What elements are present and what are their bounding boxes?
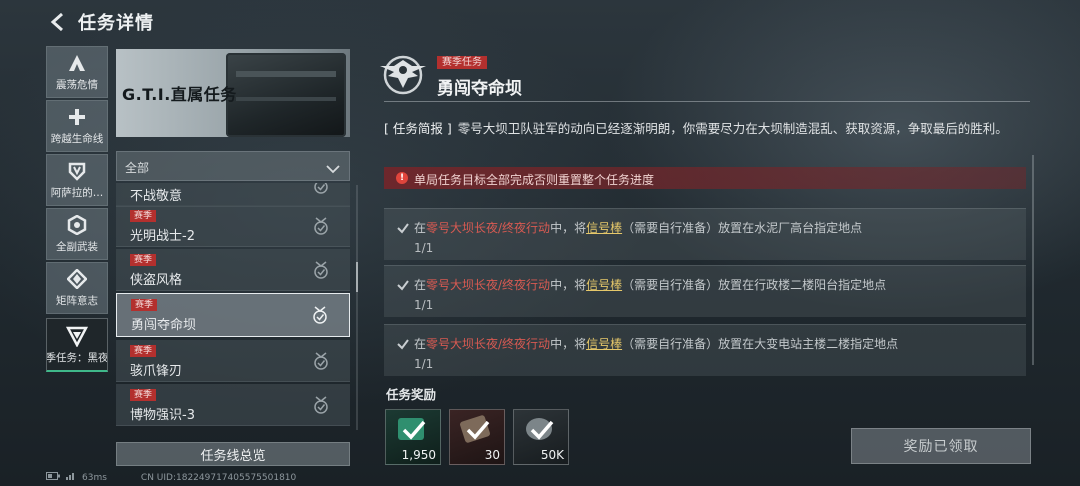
mission-list: 不战敬意 赛季 光明战士-2 赛季 侠盗风格 赛季 勇闯夺命坝 赛季 骇爪锋刃 …: [116, 183, 350, 430]
letter-a-icon: [66, 52, 88, 74]
objective-progress: 1/1: [414, 241, 434, 255]
mission-name: 博物强识-3: [130, 408, 195, 423]
list-item[interactable]: 赛季 光明战士-2: [116, 205, 350, 247]
medal-check-icon: [312, 261, 330, 279]
mission-name: 不战敬意: [130, 189, 183, 204]
list-scrollbar-track[interactable]: [356, 185, 358, 430]
mission-name: 光明战士-2: [130, 229, 195, 244]
medal-check-icon: [312, 217, 330, 235]
medal-check-icon: [312, 396, 330, 414]
reward-item[interactable]: 1,950: [385, 409, 441, 465]
objective-text: 在零号大坝长夜/终夜行动中，将信号棒（需要自行准备）放置在行政楼二楼阳台指定地点: [414, 278, 887, 292]
divider: [384, 101, 1030, 102]
mission-filter-dropdown[interactable]: 全部: [116, 151, 350, 181]
detail-scrollbar[interactable]: [1032, 155, 1034, 365]
rail-item-season-night[interactable]: 季任务：黑夜: [46, 318, 108, 372]
alert-icon: !: [396, 172, 408, 184]
eagle-emblem-icon: [378, 52, 428, 98]
reward-item[interactable]: 30: [449, 409, 505, 465]
mission-name: 勇闯夺命坝: [131, 318, 197, 333]
list-item-selected[interactable]: 赛季 勇闯夺命坝: [116, 293, 350, 337]
season-tag: 赛季: [131, 299, 158, 311]
page-title: 任务详情: [78, 13, 154, 34]
reward-count: 30: [484, 448, 500, 462]
cross-icon: [66, 106, 88, 128]
season-tag: 赛季: [130, 345, 157, 357]
season-mission-tag: 赛季任务: [437, 56, 487, 69]
objective-progress: 1/1: [414, 357, 434, 371]
objective-item: 在零号大坝长夜/终夜行动中，将信号棒（需要自行准备）放置在水泥厂高台指定地点 1…: [384, 208, 1026, 260]
medal-check-icon: [312, 352, 330, 370]
objective-progress: 1/1: [414, 298, 434, 312]
inverted-triangle-icon: [66, 325, 88, 347]
reward-claimed-button[interactable]: 奖励已领取: [851, 428, 1031, 464]
rail-item-fully-armed[interactable]: 全副武装: [46, 208, 108, 260]
item-link[interactable]: 信号棒: [586, 337, 622, 351]
mode-highlight: 零号大坝长夜/终夜行动: [426, 278, 551, 292]
mission-title: 勇闯夺命坝: [437, 79, 522, 99]
mission-brief: [ 任务简报 ] 零号大坝卫队驻军的动向已经逐渐明朗，你需要尽力在大坝制造混乱、获…: [384, 119, 1024, 139]
warning-banner: ! 单局任务目标全部完成否则重置整个任务进度: [384, 167, 1026, 189]
mission-name: 侠盗风格: [130, 273, 183, 288]
rail-item-asara[interactable]: 阿萨拉的…: [46, 154, 108, 206]
rail-item-matrix-will[interactable]: 矩阵意志: [46, 262, 108, 314]
mode-highlight: 零号大坝长夜/终夜行动: [426, 337, 551, 351]
mode-highlight: 零号大坝长夜/终夜行动: [426, 221, 551, 235]
list-item[interactable]: 赛季 侠盗风格: [116, 249, 350, 291]
reward-count: 1,950: [401, 448, 436, 462]
objective-item: 在零号大坝长夜/终夜行动中，将信号棒（需要自行准备）放置在大变电站主楼二楼指定地…: [384, 324, 1026, 376]
banner-title: G.T.I.直属任务: [122, 85, 237, 104]
reward-label: 任务奖励: [386, 387, 437, 402]
checkmark-icon: [396, 336, 410, 350]
item-link[interactable]: 信号棒: [586, 278, 622, 292]
season-tag: 赛季: [130, 210, 157, 222]
diamond-arrows-icon: [66, 268, 88, 290]
hex-swirl-icon: [66, 214, 88, 236]
list-item[interactable]: 赛季 骇爪锋刃: [116, 340, 350, 382]
shield-v-icon: [66, 160, 88, 182]
ping-value: 63ms: [82, 472, 107, 483]
checkmark-icon: [396, 220, 410, 234]
reward-item[interactable]: 50K: [513, 409, 569, 465]
mission-name: 骇爪锋刃: [130, 364, 183, 379]
chevron-left-icon: [50, 12, 63, 32]
objective-text: 在零号大坝长夜/终夜行动中，将信号棒（需要自行准备）放置在水泥厂高台指定地点: [414, 221, 863, 235]
list-item[interactable]: 赛季 博物强识-3: [116, 384, 350, 426]
medal-check-icon: [312, 183, 330, 195]
reward-count: 50K: [540, 448, 564, 462]
crate-image: [226, 53, 346, 137]
brief-text: 零号大坝卫队驻军的动向已经逐渐明朗，你需要尽力在大坝制造混乱、获取资源，争取最后…: [457, 121, 1008, 136]
brief-label: [ 任务简报 ]: [384, 121, 452, 136]
mission-line-overview-button[interactable]: 任务线总览: [116, 442, 350, 466]
checkmark-icon: [396, 277, 410, 291]
warning-text: 单局任务目标全部完成否则重置整个任务进度: [414, 173, 655, 187]
item-link[interactable]: 信号棒: [586, 221, 622, 235]
claimed-check-icon: [386, 410, 442, 450]
objective-item: 在零号大坝长夜/终夜行动中，将信号棒（需要自行准备）放置在行政楼二楼阳台指定地点…: [384, 265, 1026, 317]
claimed-check-icon: [450, 410, 506, 450]
back-button[interactable]: [44, 9, 70, 35]
chevron-down-icon: [325, 160, 341, 179]
filter-value: 全部: [125, 161, 150, 175]
rail-item-shock-crisis[interactable]: 震荡危情: [46, 46, 108, 98]
signal-icon: [66, 472, 76, 483]
status-bar: 63ms CN UID:182249717405575501810: [46, 472, 296, 483]
battery-icon: [46, 472, 60, 483]
season-tag: 赛季: [130, 254, 157, 266]
season-tag: 赛季: [130, 389, 157, 401]
mission-line-banner: G.T.I.直属任务: [116, 49, 350, 137]
medal-check-icon: [311, 306, 329, 324]
objective-text: 在零号大坝长夜/终夜行动中，将信号棒（需要自行准备）放置在大变电站主楼二楼指定地…: [414, 337, 899, 351]
claimed-check-icon: [514, 410, 570, 450]
list-item[interactable]: 不战敬意: [116, 183, 350, 207]
list-scrollbar-thumb[interactable]: [356, 262, 358, 292]
rail-item-lifeline[interactable]: 跨越生命线: [46, 100, 108, 152]
uid-text: CN UID:182249717405575501810: [140, 472, 297, 483]
